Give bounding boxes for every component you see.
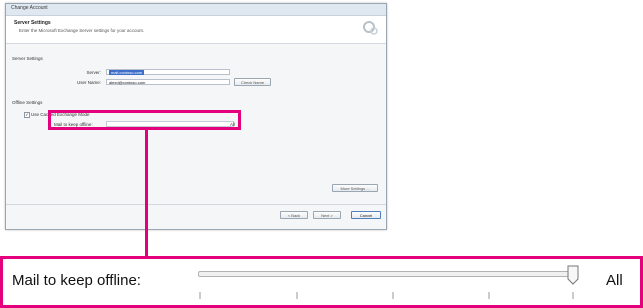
mail-offline-label-zoomed: Mail to keep offline: — [12, 272, 141, 289]
mail-offline-value-zoomed: All — [606, 272, 623, 289]
more-settings-button[interactable]: More Settings ... — [332, 184, 378, 192]
next-button[interactable]: Next > — [313, 211, 341, 219]
username-value: alexd@contoso.com — [109, 80, 146, 85]
slider-thumb[interactable] — [567, 265, 579, 285]
check-name-button[interactable]: Check Name — [234, 78, 271, 86]
cancel-button[interactable]: Cancel — [351, 211, 381, 219]
offline-settings-section-label: Offline Settings — [12, 100, 43, 105]
cached-mode-checkbox[interactable]: ✓ — [24, 112, 30, 118]
dialog-titlebar: Change Account — [6, 4, 386, 16]
footer-divider — [6, 204, 386, 205]
username-label: User Name: — [76, 80, 101, 85]
window-title: Change Account — [11, 5, 48, 11]
username-field[interactable]: alexd@contoso.com — [106, 79, 230, 85]
back-button[interactable]: < Back — [280, 211, 308, 219]
server-label: Server: — [86, 70, 101, 75]
server-field[interactable]: mail.contoso.com — [106, 69, 230, 75]
page-title: Server Settings — [14, 20, 51, 26]
exchange-settings-icon — [363, 21, 378, 35]
mail-offline-slider-track[interactable] — [198, 271, 578, 277]
callout-connector — [145, 130, 148, 257]
callout-highlight-box — [48, 110, 241, 130]
server-settings-section-label: Server Settings — [12, 56, 43, 61]
page-subtitle: Enter the Microsoft Exchange Server sett… — [19, 28, 145, 33]
server-value: mail.contoso.com — [109, 70, 145, 75]
slider-ticks — [199, 292, 574, 299]
dialog-header: Server Settings Enter the Microsoft Exch… — [6, 16, 386, 44]
